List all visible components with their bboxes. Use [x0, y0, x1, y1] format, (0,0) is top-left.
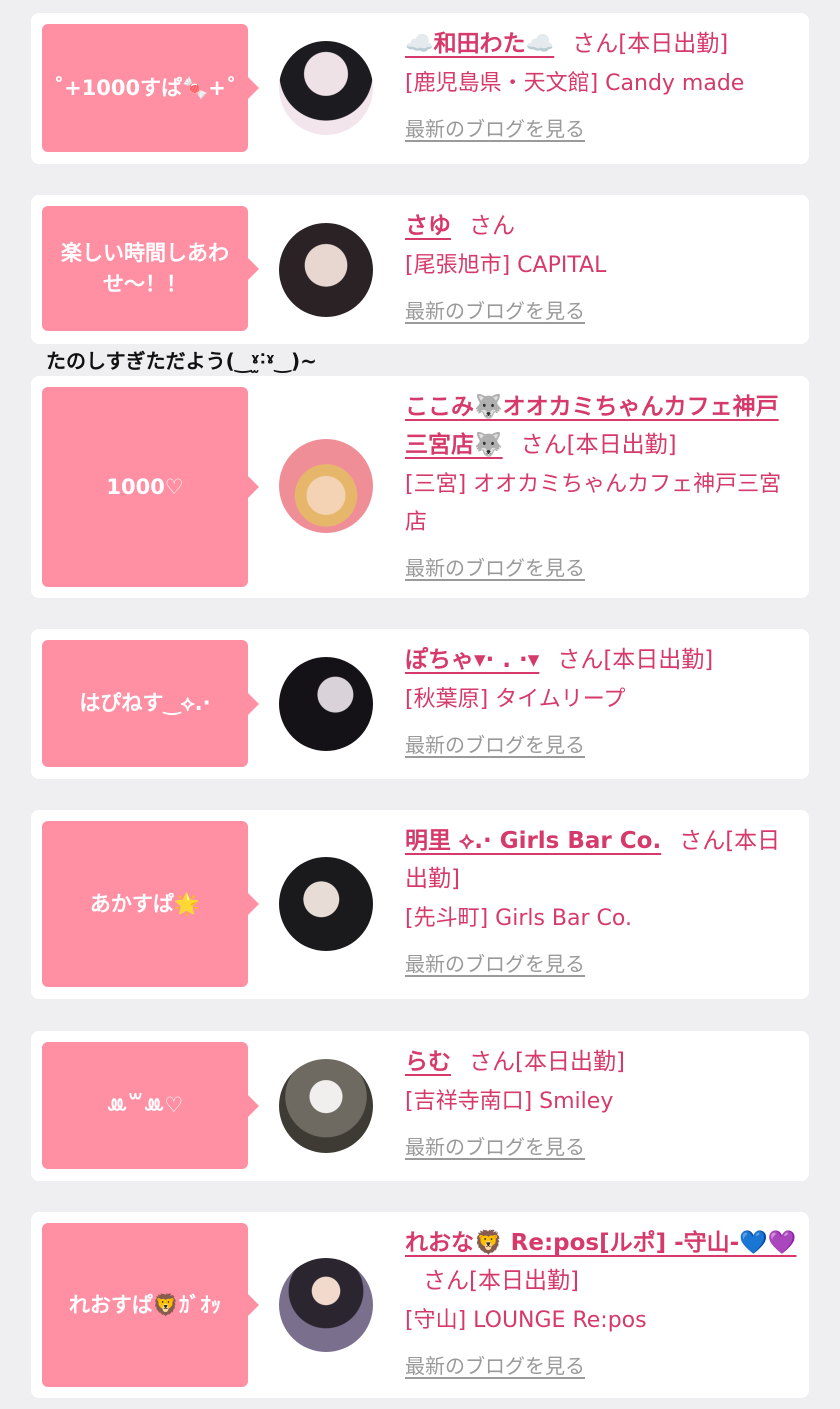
profile-info: ここみ🐺オオカミちゃんカフェ神戸三宮店🐺 さん[本日出勤] [三宮] オオカミちゃ…	[405, 388, 797, 581]
san-label: さん	[557, 647, 604, 673]
profile-info: さゆ さん [尾張旭市] CAPITAL 最新のブログを見る	[405, 207, 797, 324]
girl-name-link[interactable]: ☁️和田わた☁️	[405, 31, 554, 57]
comment-bubble: れおすぱ🦁ｶﾞｵｯ	[42, 1223, 259, 1387]
blog-link[interactable]: 最新のブログを見る	[405, 1131, 585, 1160]
blog-link[interactable]: 最新のブログを見る	[405, 552, 585, 581]
name-line: ぽちゃ▾· . ·▾ さん[本日出勤]	[405, 641, 797, 679]
blog-link[interactable]: 最新のブログを見る	[405, 113, 585, 142]
girl-name-link[interactable]: らむ	[405, 1049, 451, 1075]
comment-bubble: あかすぱ🌟	[42, 821, 259, 987]
comment-text: れおすぱ🦁ｶﾞｵｯ	[68, 1292, 222, 1317]
profile-list: ˚+1000すぱ🍬+˚ ☁️和田わた☁️ さん[本日出勤] [鹿児島県・天文館] …	[0, 0, 840, 1409]
san-label: さん	[469, 1049, 515, 1075]
list-item: れおすぱ🦁ｶﾞｵｯ れおな🦁 Re:pos[ルポ] -守山-💙💜 さん[本日出勤]…	[31, 1212, 809, 1398]
avatar[interactable]	[279, 439, 373, 533]
profile-info: ぽちゃ▾· . ·▾ さん[本日出勤] [秋葉原] タイムリープ 最新のブログを見…	[405, 641, 797, 758]
name-line: 明里 ⟡.· Girls Bar Co. さん[本日出勤]	[405, 822, 797, 898]
avatar[interactable]	[279, 657, 373, 751]
profile-info: ☁️和田わた☁️ さん[本日出勤] [鹿児島県・天文館] Candy made 最…	[405, 25, 797, 142]
girl-name-link[interactable]: さゆ	[405, 213, 451, 239]
avatar[interactable]	[279, 1059, 373, 1153]
shop-name: [尾張旭市] CAPITAL	[405, 253, 607, 278]
status-badge: [本日出勤]	[469, 1268, 579, 1294]
shop-name: [三宮] オオカミちゃんカフェ神戸三宮店	[405, 472, 782, 535]
list-item: 1000♡ ここみ🐺オオカミちゃんカフェ神戸三宮店🐺 さん[本日出勤] [三宮] …	[31, 376, 809, 598]
san-label: さん	[520, 432, 567, 458]
girl-name-link[interactable]: れおな🦁 Re:pos[ルポ] -守山-💙💜	[405, 1230, 797, 1256]
caption-text: たのしすぎただよう(‿ˠ̫˸ˠ‿)~	[46, 349, 317, 373]
comment-text: ˚+1000すぱ🍬+˚	[53, 75, 237, 100]
comment-bubble: ˚+1000すぱ🍬+˚	[42, 24, 259, 152]
shop-name: [守山] LOUNGE Re:pos	[405, 1308, 647, 1333]
san-label: さん	[572, 31, 619, 57]
comment-bubble: はぴねす‿⟡.·	[42, 640, 259, 767]
avatar[interactable]	[279, 223, 373, 317]
comment-text: ꔛ꒳ꔛ♡	[106, 1093, 184, 1117]
list-item: 楽しい時間しあわせ〜！！ さゆ さん [尾張旭市] CAPITAL 最新のブログを…	[31, 195, 809, 344]
shop-name: [秋葉原] タイムリープ	[405, 687, 626, 712]
name-line: さゆ さん	[405, 207, 797, 245]
blog-link[interactable]: 最新のブログを見る	[405, 729, 585, 758]
blog-link[interactable]: 最新のブログを見る	[405, 295, 585, 324]
comment-bubble: 1000♡	[42, 387, 259, 587]
name-line: ここみ🐺オオカミちゃんカフェ神戸三宮店🐺 さん[本日出勤]	[405, 388, 797, 464]
list-item: ꔛ꒳ꔛ♡ らむ さん[本日出勤] [吉祥寺南口] Smiley 最新のブログを見る	[31, 1031, 809, 1181]
comment-bubble: 楽しい時間しあわせ〜！！	[42, 206, 259, 331]
blog-link[interactable]: 最新のブログを見る	[405, 948, 585, 977]
comment-text: はぴねす‿⟡.·	[79, 691, 211, 715]
avatar[interactable]	[279, 857, 373, 951]
list-item: あかすぱ🌟 明里 ⟡.· Girls Bar Co. さん[本日出勤] [先斗町]…	[31, 810, 809, 999]
status-badge: [本日出勤]	[618, 31, 729, 57]
shop-name: [吉祥寺南口] Smiley	[405, 1089, 614, 1114]
girl-name-link[interactable]: 明里 ⟡.· Girls Bar Co.	[405, 828, 661, 854]
comment-text: 楽しい時間しあわせ〜！！	[61, 240, 229, 296]
avatar[interactable]	[279, 41, 373, 135]
girl-name-link[interactable]: ぽちゃ▾· . ·▾	[405, 647, 539, 673]
name-line: らむ さん[本日出勤]	[405, 1043, 797, 1081]
comment-bubble: ꔛ꒳ꔛ♡	[42, 1042, 259, 1169]
comment-text: あかすぱ🌟	[89, 891, 201, 916]
profile-info: れおな🦁 Re:pos[ルポ] -守山-💙💜 さん[本日出勤] [守山] LOUN…	[405, 1224, 797, 1379]
avatar[interactable]	[279, 1258, 373, 1352]
san-label: さん	[469, 213, 515, 239]
name-line: れおな🦁 Re:pos[ルポ] -守山-💙💜 さん[本日出勤]	[405, 1224, 797, 1300]
profile-info: 明里 ⟡.· Girls Bar Co. さん[本日出勤] [先斗町] Girls…	[405, 822, 797, 977]
blog-link[interactable]: 最新のブログを見る	[405, 1350, 585, 1379]
status-badge: [本日出勤]	[566, 432, 677, 458]
name-line: ☁️和田わた☁️ さん[本日出勤]	[405, 25, 797, 63]
status-badge: [本日出勤]	[515, 1049, 625, 1075]
status-badge: [本日出勤]	[603, 647, 714, 673]
san-label: さん	[679, 828, 726, 854]
profile-info: らむ さん[本日出勤] [吉祥寺南口] Smiley 最新のブログを見る	[405, 1043, 797, 1160]
shop-name: [先斗町] Girls Bar Co.	[405, 906, 632, 931]
san-label: さん	[423, 1268, 469, 1294]
shop-name: [鹿児島県・天文館] Candy made	[405, 71, 745, 96]
list-item: はぴねす‿⟡.· ぽちゃ▾· . ·▾ さん[本日出勤] [秋葉原] タイムリープ…	[31, 629, 809, 779]
list-item: ˚+1000すぱ🍬+˚ ☁️和田わた☁️ さん[本日出勤] [鹿児島県・天文館] …	[31, 13, 809, 164]
comment-text: 1000♡	[106, 474, 184, 499]
